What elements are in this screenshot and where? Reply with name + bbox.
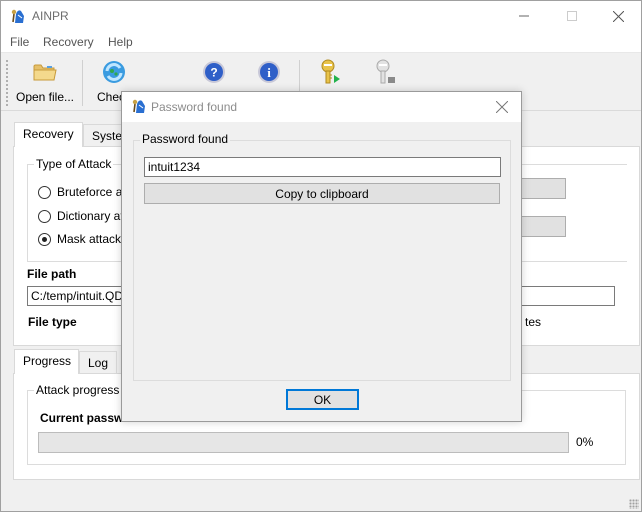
tab-recovery[interactable]: Recovery <box>14 122 83 147</box>
open-file-button[interactable]: Open file... <box>15 58 75 108</box>
menu-file[interactable]: File <box>10 35 29 49</box>
maximize-icon <box>567 11 577 21</box>
mask-label: Mask attack <box>57 232 122 246</box>
toolbar-grip[interactable] <box>6 60 8 106</box>
app-icon <box>132 99 145 113</box>
help-icon: ? <box>203 61 225 83</box>
attack-progress-title: Attack progress <box>34 383 122 397</box>
password-found-dialog: Password found Password found intuit1234… <box>121 91 522 422</box>
info-icon: i <box>258 61 280 83</box>
mask-radio[interactable]: Mask attack <box>38 232 121 246</box>
close-button[interactable] <box>595 1 641 31</box>
menu-help[interactable]: Help <box>108 35 133 49</box>
radio-circle-checked <box>38 232 51 246</box>
dialog-title-bar: Password found <box>122 92 521 122</box>
title-bar: AINPR <box>1 1 641 31</box>
dialog-title: Password found <box>151 100 238 114</box>
folder-icon <box>33 64 57 81</box>
current-password-label: Current passw <box>40 411 124 425</box>
radio-circle <box>38 185 51 199</box>
ok-button[interactable]: OK <box>286 389 359 410</box>
password-found-group: Password found intuit1234 Copy to clipbo… <box>133 132 511 381</box>
bruteforce-label: Bruteforce at <box>57 185 126 199</box>
copy-to-clipboard-button[interactable]: Copy to clipboard <box>144 183 500 204</box>
file-type-label: File type <box>28 315 77 329</box>
menu-recovery[interactable]: Recovery <box>43 35 94 49</box>
attack-progress-bar <box>38 432 569 453</box>
password-found-group-title: Password found <box>140 132 231 146</box>
password-field[interactable]: intuit1234 <box>144 157 501 177</box>
close-icon <box>496 101 508 113</box>
dialog-close-button[interactable] <box>487 92 517 122</box>
resize-grip[interactable] <box>629 499 639 509</box>
window-title: AINPR <box>32 9 69 23</box>
open-file-label: Open file... <box>15 90 75 104</box>
attack-type-title: Type of Attack <box>34 157 114 171</box>
tab-progress[interactable]: Progress <box>14 349 79 374</box>
app-icon <box>11 9 24 23</box>
toolbar-separator <box>82 60 83 106</box>
svg-text:?: ? <box>210 66 217 80</box>
dictionary-label: Dictionary att <box>57 209 128 223</box>
menu-bar: File Recovery Help <box>1 31 641 53</box>
file-size-text: tes <box>525 315 542 329</box>
file-path-label: File path <box>27 267 77 281</box>
svg-text:i: i <box>267 65 271 80</box>
key-start-icon <box>321 59 340 84</box>
close-icon <box>612 10 624 22</box>
maximize-button[interactable] <box>549 1 595 31</box>
progress-percent: 0% <box>576 435 594 449</box>
minimize-icon <box>519 15 529 17</box>
bruteforce-radio[interactable]: Bruteforce at <box>38 185 126 199</box>
dictionary-radio[interactable]: Dictionary att <box>38 209 127 223</box>
tab-log[interactable]: Log <box>79 351 117 373</box>
refresh-icon <box>103 61 125 83</box>
radio-circle <box>38 209 51 223</box>
key-stop-icon <box>376 59 395 84</box>
minimize-button[interactable] <box>501 1 547 31</box>
